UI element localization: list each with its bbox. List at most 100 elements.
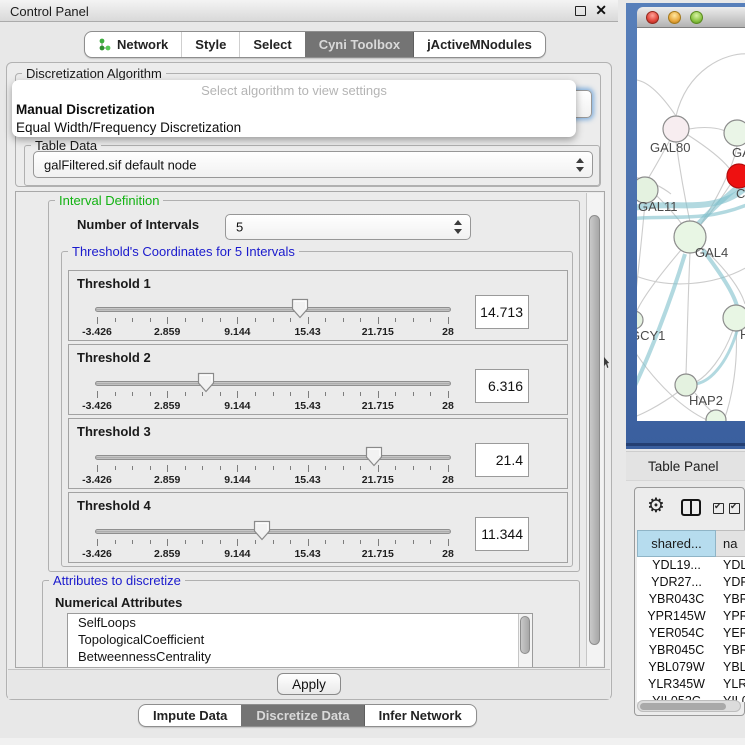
slider-track[interactable] <box>95 307 451 312</box>
slider-handle[interactable] <box>291 298 309 319</box>
tab-jactivemnodules[interactable]: jActiveMNodules <box>413 32 545 57</box>
option-manual-discretization[interactable]: Manual Discretization <box>12 101 576 119</box>
tick-label: 9.144 <box>211 474 263 486</box>
network-edge <box>724 331 736 420</box>
network-node[interactable] <box>663 116 689 142</box>
table-row[interactable]: YER054CYER0 <box>637 625 745 642</box>
tick-label: 15.43 <box>282 474 334 486</box>
table-data-combobox[interactable]: galFiltered.sif default node <box>33 151 593 178</box>
slider-handle[interactable] <box>197 372 215 393</box>
scrollbar-thumb[interactable] <box>520 616 530 654</box>
close-traffic-light[interactable] <box>646 11 659 24</box>
tab-label: jActiveMNodules <box>427 37 532 52</box>
tab-discretize-data[interactable]: Discretize Data <box>241 705 363 726</box>
table-row[interactable]: YLR345WYLR3 <box>637 676 745 693</box>
table-row[interactable]: YBL079WYBL0 <box>637 659 745 676</box>
columns-icon[interactable] <box>681 499 701 516</box>
attribute-list-item[interactable]: TopologicalCoefficient <box>68 631 532 648</box>
num-intervals-combobox[interactable]: 5 <box>225 214 471 240</box>
threshold-value-input[interactable] <box>475 443 529 477</box>
network-window-titlebar[interactable] <box>637 7 745 28</box>
tick-mark <box>395 318 396 322</box>
table-row[interactable]: YBR045CYBR0 <box>637 642 745 659</box>
attribute-list-item[interactable]: BetweennessCentrality <box>68 648 532 665</box>
tick-mark <box>413 318 414 322</box>
threshold-value-input[interactable] <box>475 517 529 551</box>
tick-label: 21.715 <box>352 474 404 486</box>
gear-icon[interactable]: ⚙ <box>647 495 665 517</box>
scrollbar-thumb[interactable] <box>589 215 600 645</box>
network-node[interactable] <box>727 164 745 188</box>
network-node[interactable] <box>724 120 745 146</box>
tick-mark <box>150 540 151 544</box>
tab-cyni-toolbox[interactable]: Cyni Toolbox <box>305 32 413 57</box>
tab-infer-network[interactable]: Infer Network <box>364 705 476 726</box>
slider-track[interactable] <box>95 529 451 534</box>
slider-track[interactable] <box>95 381 451 386</box>
tick-mark <box>308 465 309 472</box>
algorithm-group-title: Discretization Algorithm <box>22 66 166 81</box>
node-label: GCY1 <box>637 328 665 343</box>
slider-handle[interactable] <box>365 446 383 467</box>
slider-track[interactable] <box>95 455 451 460</box>
table-row[interactable]: YDR27...YDR2 <box>637 574 745 591</box>
tick-label: 21.715 <box>352 548 404 560</box>
apply-button[interactable]: Apply <box>277 673 341 695</box>
table-horizontal-scrollbar[interactable] <box>637 700 741 712</box>
threshold-label: Threshold 4 <box>77 498 151 513</box>
tab-style[interactable]: Style <box>181 32 239 57</box>
table-cell: YDR27... <box>637 574 716 591</box>
tab-label: Discretize Data <box>256 708 349 723</box>
checkbox-icon[interactable] <box>713 503 724 514</box>
tick-mark <box>185 318 186 322</box>
settings-scrollbar[interactable] <box>586 193 603 666</box>
tab-network[interactable]: Network <box>85 32 181 57</box>
tab-select[interactable]: Select <box>239 32 304 57</box>
combo-arrows-icon <box>453 220 462 234</box>
table-cell: YBR043C <box>637 591 716 608</box>
threshold-label: Threshold 1 <box>77 276 151 291</box>
network-node[interactable] <box>706 410 726 421</box>
zoom-traffic-light[interactable] <box>690 11 703 24</box>
tick-label: 15.43 <box>282 326 334 338</box>
tick-label: -3.426 <box>71 548 123 560</box>
close-icon[interactable]: ✕ <box>595 2 607 19</box>
threshold-value-input[interactable] <box>475 295 529 329</box>
tick-mark <box>150 318 151 322</box>
tick-mark <box>150 392 151 396</box>
table-data-group: Table Data galFiltered.sif default node <box>24 145 600 186</box>
table-cell: YPR1 <box>716 608 745 625</box>
table-row[interactable]: YDL19...YDL1 <box>637 557 745 574</box>
option-equal-width-frequency[interactable]: Equal Width/Frequency Discretization <box>12 119 576 137</box>
tick-label: 21.715 <box>352 326 404 338</box>
bottom-tabbar: Impute Data Discretize Data Infer Network <box>138 704 477 727</box>
threshold-block: Threshold 3-3.4262.8599.14415.4321.71528 <box>68 418 568 489</box>
column-header[interactable]: na <box>716 530 745 557</box>
network-canvas[interactable]: GAL80GACGAL11GAL4GCY1HHAP2 <box>637 28 745 421</box>
tick-mark <box>395 540 396 544</box>
tab-impute-data[interactable]: Impute Data <box>139 705 241 726</box>
table-cell: YBL079W <box>637 659 716 676</box>
float-window-icon[interactable] <box>575 6 586 16</box>
table-row[interactable]: YBR043CYBR0 <box>637 591 745 608</box>
table-row[interactable]: YPR145WYPR1 <box>637 608 745 625</box>
tick-mark <box>308 391 309 398</box>
network-node[interactable] <box>637 311 643 329</box>
list-scrollbar[interactable] <box>518 614 532 668</box>
checkbox-icon[interactable] <box>729 503 740 514</box>
column-header[interactable]: shared... <box>637 530 716 557</box>
table-cell: YBL0 <box>716 659 745 676</box>
tick-mark <box>448 317 449 324</box>
tick-mark <box>413 392 414 396</box>
network-icon <box>98 38 111 51</box>
tick-mark <box>220 540 221 544</box>
threshold-label: Threshold 2 <box>77 350 151 365</box>
attribute-list-item[interactable]: SelfLoops <box>68 614 532 631</box>
table-panel-title: Table Panel <box>648 459 719 474</box>
tick-mark <box>97 391 98 398</box>
slider-handle[interactable] <box>253 520 271 541</box>
threshold-value-input[interactable] <box>475 369 529 403</box>
minimize-traffic-light[interactable] <box>668 11 681 24</box>
scrollbar-thumb[interactable] <box>640 703 726 710</box>
tab-label: Impute Data <box>153 708 227 723</box>
